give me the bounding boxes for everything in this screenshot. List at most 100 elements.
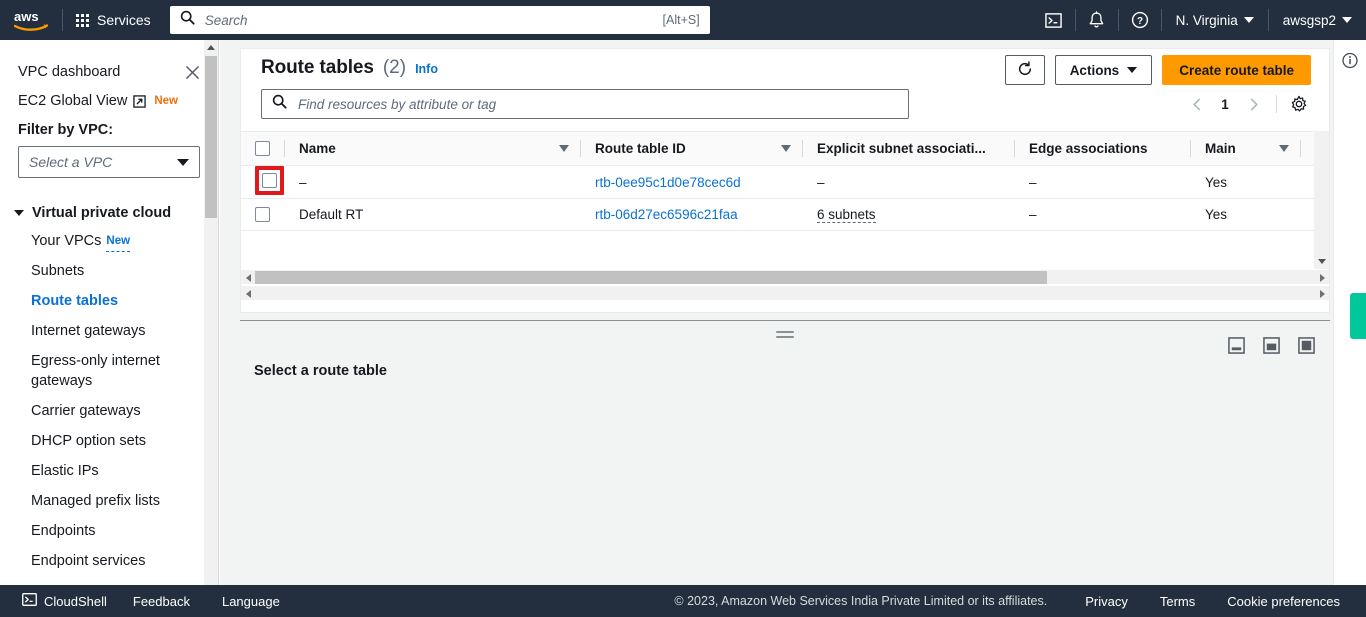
account-label: awsgsp2 [1282, 12, 1336, 28]
global-search-input[interactable] [202, 7, 657, 33]
row-checkbox[interactable] [262, 173, 277, 188]
scroll-left-arrow-icon[interactable] [241, 270, 255, 285]
select-all-checkbox[interactable] [255, 141, 270, 156]
filter-row [261, 89, 909, 119]
chevron-left-icon[interactable] [1184, 91, 1210, 117]
sidebar-item-managed-prefix-lists[interactable]: Managed prefix lists [0, 486, 218, 516]
scrollbar-thumb[interactable] [205, 56, 217, 218]
page-number[interactable]: 1 [1214, 97, 1236, 112]
card-header: Route tables (2) Info Actions Create rou… [241, 49, 1329, 131]
cell-route-table-id[interactable]: rtb-0ee95c1d0e78cec6d [581, 165, 803, 199]
sidebar-group-virtual-private-cloud[interactable]: Virtual private cloud [0, 200, 218, 226]
resource-filter-input[interactable] [296, 91, 898, 117]
chevron-down-icon [177, 158, 189, 166]
create-route-table-button[interactable]: Create route table [1162, 55, 1311, 85]
footer-terms-link[interactable]: Terms [1144, 594, 1211, 609]
resize-handle[interactable] [776, 331, 794, 341]
svg-text:?: ? [1137, 16, 1143, 27]
close-icon[interactable] [185, 65, 200, 80]
sidebar-item-label: Your VPCs [31, 233, 102, 249]
page-footer: CloudShell Feedback Language © 2023, Ama… [0, 585, 1366, 617]
gear-icon[interactable] [1287, 92, 1311, 116]
row-checkbox[interactable] [255, 207, 270, 222]
pagination: 1 [1184, 91, 1311, 117]
cell-explicit-subnet-associations[interactable]: 6 subnets [803, 198, 1015, 231]
sidebar-item-your-vpcs[interactable]: Your VPCs New [0, 226, 218, 256]
sidebar-item-label: Subnets [31, 263, 85, 279]
sidebar-item-egress-only-internet-gateways[interactable]: Egress-only internet gateways [0, 346, 218, 396]
split-panel-title: Select a route table [254, 363, 387, 379]
sidebar-item-subnets[interactable]: Subnets [0, 256, 218, 286]
resource-filter-box[interactable] [261, 89, 909, 119]
card-horizontal-scrollbar[interactable] [241, 285, 1329, 300]
sort-icon[interactable] [1279, 145, 1289, 152]
sidebar-item-carrier-gateways[interactable]: Carrier gateways [0, 396, 218, 426]
route-table-id-link[interactable]: rtb-06d27ec6596c21faa [595, 207, 738, 222]
question-circle-icon[interactable]: ? [1119, 0, 1161, 40]
panel-size-small-icon[interactable] [1228, 337, 1245, 354]
search-shortcut-hint: [Alt+S] [662, 13, 700, 27]
column-header-name[interactable]: Name [285, 131, 581, 166]
panel-size-large-icon[interactable] [1298, 337, 1315, 354]
table-vertical-scrollbar[interactable] [1314, 131, 1329, 269]
column-header-edge-associations[interactable]: Edge associations [1015, 131, 1191, 166]
scroll-down-arrow-icon[interactable] [1314, 254, 1329, 269]
footer-cookie-preferences-link[interactable]: Cookie preferences [1211, 594, 1356, 609]
table-horizontal-scrollbar[interactable] [241, 269, 1329, 284]
info-circle-icon[interactable] [1342, 52, 1359, 69]
panel-size-medium-icon[interactable] [1263, 337, 1280, 354]
column-header-main[interactable]: Main [1191, 131, 1301, 166]
sidebar-item-endpoints[interactable]: Endpoints [0, 516, 218, 546]
row-select-cell[interactable] [241, 198, 285, 231]
scrollbar-thumb[interactable] [1315, 146, 1328, 216]
info-link[interactable]: Info [415, 62, 438, 76]
sidebar-item-dhcp-option-sets[interactable]: DHCP option sets [0, 426, 218, 456]
bell-icon[interactable] [1076, 0, 1118, 40]
footer-copyright: © 2023, Amazon Web Services India Privat… [674, 594, 1048, 608]
sidebar-item-route-tables[interactable]: Route tables [0, 286, 218, 316]
scroll-left-arrow-icon[interactable] [241, 286, 255, 301]
aws-logo[interactable]: aws [0, 9, 62, 31]
scroll-right-arrow-icon[interactable] [1315, 270, 1329, 285]
chevron-down-icon [14, 210, 24, 216]
cloudshell-icon[interactable] [1033, 0, 1075, 40]
subnet-associations-link[interactable]: 6 subnets [817, 207, 876, 223]
sidebar-item-label: Endpoints [31, 523, 96, 539]
sort-icon[interactable] [781, 145, 791, 152]
main-content: Route tables (2) Info Actions Create rou… [220, 40, 1333, 600]
sort-icon[interactable] [559, 145, 569, 152]
sidebar-dashboard-label: VPC dashboard [18, 64, 121, 80]
select-all-header [241, 131, 285, 166]
cell-route-table-id[interactable]: rtb-06d27ec6596c21faa [581, 198, 803, 231]
sidebar-item-internet-gateways[interactable]: Internet gateways [0, 316, 218, 346]
route-table-id-link[interactable]: rtb-0ee95c1d0e78cec6d [595, 175, 741, 190]
footer-left-group: CloudShell Feedback Language [0, 592, 296, 610]
footer-privacy-link[interactable]: Privacy [1069, 594, 1144, 609]
scroll-right-arrow-icon[interactable] [1315, 286, 1329, 301]
refresh-button[interactable] [1004, 55, 1045, 85]
sidebar-scrollbar[interactable] [204, 40, 218, 600]
footer-language-link[interactable]: Language [206, 594, 296, 609]
services-menu-button[interactable]: Services [63, 0, 164, 40]
footer-cloudshell-button[interactable]: CloudShell [12, 592, 117, 610]
footer-feedback-link[interactable]: Feedback [117, 594, 206, 609]
row-select-cell[interactable] [241, 165, 285, 199]
chevron-right-icon[interactable] [1240, 91, 1266, 117]
scrollbar-thumb[interactable] [255, 271, 1047, 284]
column-header-route-table-id[interactable]: Route table ID [581, 131, 803, 166]
feedback-tab[interactable] [1350, 293, 1366, 339]
grid-icon [76, 13, 89, 27]
sidebar-item-vpc-dashboard[interactable]: VPC dashboard [0, 58, 218, 86]
sidebar-item-endpoint-services[interactable]: Endpoint services [0, 546, 218, 576]
sidebar-item-ec2-global-view[interactable]: EC2 Global View New [0, 86, 218, 116]
table-row[interactable]: – rtb-0ee95c1d0e78cec6d – – Yes [241, 165, 1329, 199]
table-row[interactable]: Default RT rtb-06d27ec6596c21faa 6 subne… [241, 198, 1329, 231]
column-header-explicit-subnet-associations[interactable]: Explicit subnet associati... [803, 131, 1015, 166]
scroll-up-arrow-icon[interactable] [204, 40, 218, 54]
account-menu[interactable]: awsgsp2 [1269, 0, 1366, 40]
global-search-box[interactable]: [Alt+S] [169, 6, 710, 34]
region-selector[interactable]: N. Virginia [1162, 0, 1268, 40]
sidebar-item-elastic-ips[interactable]: Elastic IPs [0, 456, 218, 486]
actions-button[interactable]: Actions [1054, 55, 1153, 85]
vpc-filter-select[interactable]: Select a VPC [18, 146, 200, 178]
